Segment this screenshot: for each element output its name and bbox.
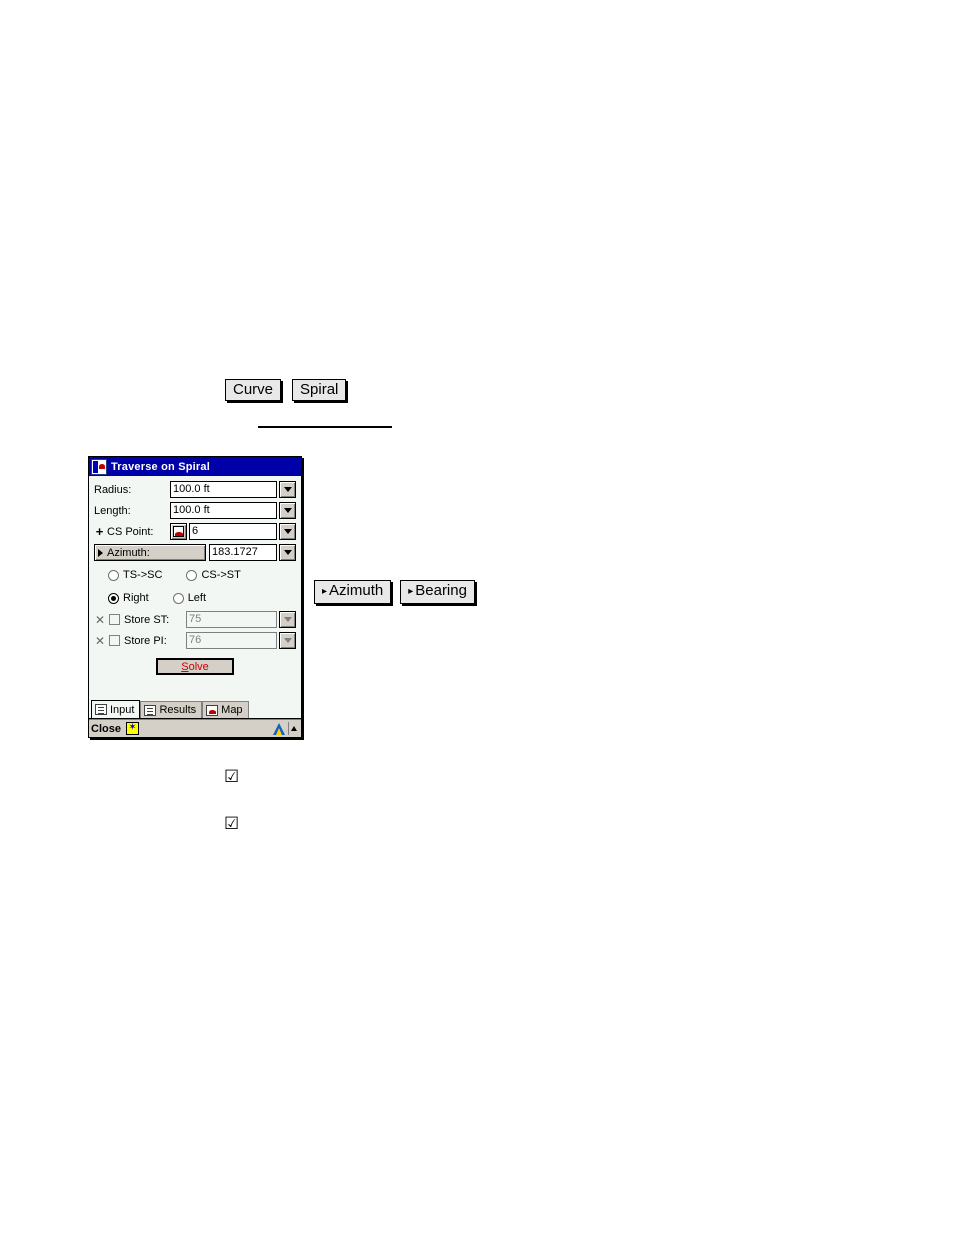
azimuth-mode-label: Azimuth: (107, 546, 150, 559)
form-icon (95, 704, 107, 715)
cs-point-input[interactable]: 6 (189, 523, 277, 540)
tab-map[interactable]: Map (202, 701, 249, 718)
plus-icon: + (95, 524, 104, 539)
chevron-down-icon (283, 550, 292, 555)
dialog-body: Radius: 100.0 ft Length: 100.0 ft + CS P… (89, 476, 301, 701)
length-input[interactable]: 100.0 ft (170, 502, 277, 519)
solve-button-wrap: Solve (94, 658, 296, 675)
right-arrow-icon (98, 548, 103, 557)
bearing-button[interactable]: ▸ Bearing (400, 580, 475, 604)
traverse-on-spiral-dialog: Traverse on Spiral Radius: 100.0 ft Leng… (88, 456, 302, 738)
inline-button-group-top: Curve Spiral (225, 379, 347, 401)
chevron-down-icon (283, 529, 292, 534)
radio-row-direction-mode: TS->SC CS->ST (94, 565, 296, 585)
map-icon (206, 704, 219, 716)
field-row-azimuth: Azimuth: 183.1727 (94, 543, 296, 562)
field-row-length: Length: 100.0 ft (94, 501, 296, 520)
radio-dot-icon (108, 592, 119, 604)
store-pi-checkbox[interactable] (109, 635, 120, 646)
cs-point-dropdown-button[interactable] (279, 523, 296, 540)
star-icon[interactable] (125, 721, 139, 735)
radio-ts-sc[interactable]: TS->SC (108, 569, 162, 581)
azimuth-dropdown-button[interactable] (279, 544, 296, 561)
dialog-title: Traverse on Spiral (111, 460, 210, 473)
delete-x-icon[interactable]: ✕ (94, 635, 106, 647)
solve-accel: S (181, 660, 189, 673)
tab-map-label: Map (221, 704, 243, 716)
store-st-dropdown-button[interactable] (279, 611, 296, 628)
chevron-down-icon (283, 638, 292, 643)
checkbox-checked-glyph-2: ☑ (224, 814, 240, 834)
right-arrow-icon: ▸ (322, 586, 328, 597)
tab-results-label: Results (159, 704, 197, 716)
point-picker-icon-button[interactable] (170, 523, 187, 540)
chevron-down-icon (283, 487, 292, 492)
chevron-down-icon (283, 508, 292, 513)
close-button[interactable]: Close (91, 723, 121, 735)
radio-right[interactable]: Right (108, 592, 149, 604)
radio-right-label: Right (123, 592, 149, 604)
cs-point-label: + CS Point: (94, 524, 170, 539)
store-st-label: Store ST: (124, 613, 170, 626)
tab-input[interactable]: Input (91, 700, 141, 718)
radio-dot-icon (108, 569, 119, 581)
radio-cs-st-label: CS->ST (201, 569, 241, 581)
store-st-checkbox[interactable] (109, 614, 120, 625)
curve-button[interactable]: Curve (225, 379, 282, 401)
length-dropdown-button[interactable] (279, 502, 296, 519)
dialog-tabbar: Input Results Map (89, 700, 301, 719)
tab-input-label: Input (110, 703, 135, 716)
right-arrow-icon: ▸ (408, 586, 414, 597)
curve-button-label: Curve (233, 381, 274, 398)
radio-ts-sc-label: TS->SC (123, 569, 163, 581)
store-st-input[interactable]: 75 (186, 611, 277, 628)
radius-dropdown-button[interactable] (279, 481, 296, 498)
azimuth-button-label: Azimuth (329, 582, 384, 599)
radio-cs-st[interactable]: CS->ST (186, 569, 241, 581)
azimuth-button[interactable]: ▸ Azimuth (314, 580, 392, 604)
spiral-button[interactable]: Spiral (292, 379, 347, 401)
map-window-icon (91, 458, 107, 475)
store-pi-row: ✕ Store PI: 76 (94, 631, 296, 650)
list-icon (144, 704, 157, 716)
tab-results[interactable]: Results (140, 701, 203, 718)
inline-button-group-mid: ▸ Azimuth ▸ Bearing (314, 580, 475, 604)
delete-x-icon[interactable]: ✕ (94, 614, 106, 626)
radius-label: Radius: (94, 483, 132, 496)
radius-input[interactable]: 100.0 ft (170, 481, 277, 498)
field-row-radius: Radius: 100.0 ft (94, 480, 296, 499)
dialog-statusbar: Close (89, 719, 301, 737)
cs-point-label-text: CS Point: (107, 525, 154, 538)
store-pi-dropdown-button[interactable] (279, 632, 296, 649)
chevron-down-icon (283, 617, 292, 622)
field-row-cs-point: + CS Point: 6 (94, 522, 296, 541)
horizontal-rule (258, 426, 392, 428)
solve-button[interactable]: Solve (156, 658, 234, 675)
radio-left[interactable]: Left (172, 592, 207, 604)
solve-label-rest: olve (188, 660, 209, 673)
azimuth-mode-button[interactable]: Azimuth: (94, 544, 206, 561)
bearing-button-label: Bearing (415, 582, 467, 599)
checkbox-checked-glyph-1: ☑ (224, 767, 240, 787)
dialog-titlebar: Traverse on Spiral (89, 457, 301, 476)
survey-triangle-icon[interactable] (273, 722, 285, 735)
store-pi-input[interactable]: 76 (186, 632, 277, 649)
radio-dot-icon (172, 592, 184, 604)
spiral-button-label: Spiral (300, 381, 339, 398)
length-label: Length: (94, 504, 131, 517)
radio-row-turn-side: Right Left (94, 588, 296, 608)
store-st-row: ✕ Store ST: 75 (94, 610, 296, 629)
store-pi-label: Store PI: (124, 634, 167, 647)
azimuth-input[interactable]: 183.1727 (209, 544, 277, 561)
radio-left-label: Left (187, 592, 207, 604)
radio-dot-icon (186, 569, 198, 581)
scroll-up-icon[interactable] (288, 722, 299, 735)
